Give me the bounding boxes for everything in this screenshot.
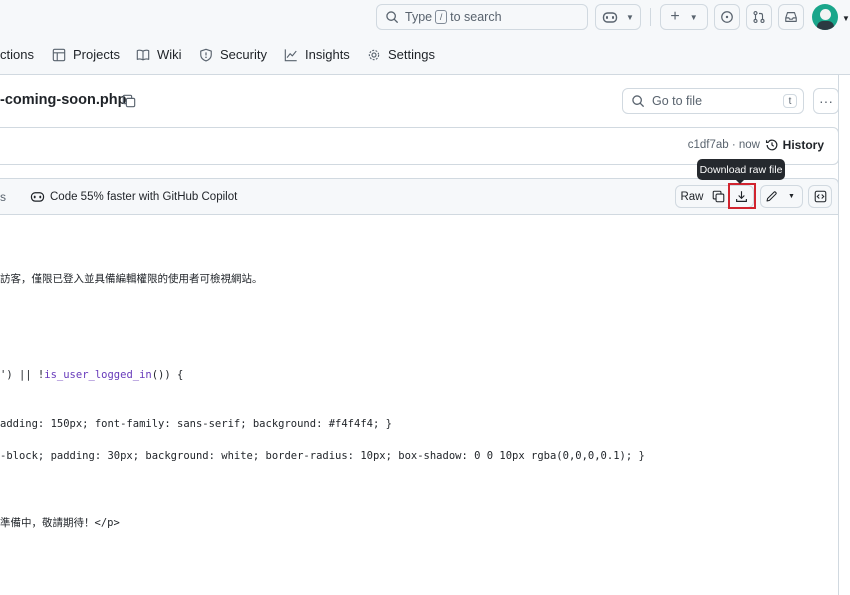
- code-line-condition: ') || !is_user_logged_in()) {: [0, 369, 183, 381]
- edit-menu-button[interactable]: ▼: [781, 185, 803, 208]
- tab-security[interactable]: Security: [199, 47, 267, 62]
- table-icon: [52, 48, 66, 61]
- paragraph-close-tag: </p>: [94, 517, 120, 529]
- code-view: 訪客，僅限已登入並具備編輯權限的使用者可檢視網站。 ') || !is_user…: [0, 215, 839, 595]
- copilot-button[interactable]: ▼: [595, 4, 641, 30]
- create-new-button[interactable]: + ▼: [660, 4, 708, 30]
- nav-label: Projects: [73, 47, 120, 62]
- nav-label: Security: [220, 47, 267, 62]
- paragraph-cjk: 準備中，敬請期待！: [0, 517, 95, 529]
- condition-suffix: ()) {: [151, 369, 184, 381]
- copilot-icon: [602, 12, 618, 23]
- code-line-css-body: adding: 150px; font-family: sans-serif; …: [0, 418, 392, 430]
- commit-time: now: [738, 139, 760, 151]
- tab-settings[interactable]: Settings: [367, 47, 435, 62]
- tab-wiki[interactable]: Wiki: [136, 47, 182, 62]
- search-shortcut: /: [435, 10, 448, 24]
- issues-button[interactable]: [714, 4, 740, 30]
- code-square-icon: [814, 190, 826, 203]
- chevron-down-icon[interactable]: ▼: [842, 14, 850, 23]
- chevron-down-icon: ▼: [689, 12, 698, 22]
- more-options-button[interactable]: ···: [813, 88, 839, 114]
- book-icon: [136, 49, 150, 60]
- history-label: History: [782, 138, 824, 152]
- raw-button[interactable]: Raw: [675, 185, 709, 208]
- code-line-paragraph: 準備中，敬請期待！</p>: [0, 515, 120, 530]
- tab-actions[interactable]: ctions: [0, 47, 34, 62]
- plus-icon: +: [670, 8, 680, 25]
- nav-label: Wiki: [157, 47, 182, 62]
- go-to-file-placeholder: Go to file: [652, 94, 703, 108]
- history-button[interactable]: History: [765, 138, 824, 152]
- function-name: is_user_logged_in: [44, 369, 152, 381]
- toolbar-divider: [650, 8, 651, 26]
- commit-hash[interactable]: c1df7ab: [688, 139, 729, 151]
- tab-insights[interactable]: Insights: [284, 47, 350, 62]
- condition-prefix: ') || !: [0, 369, 45, 381]
- copy-icon: [712, 190, 725, 203]
- nav-label: Insights: [305, 47, 350, 62]
- pull-requests-button[interactable]: [746, 4, 772, 30]
- tab-projects[interactable]: Projects: [52, 47, 120, 62]
- copilot-icon: [30, 192, 45, 202]
- inbox-icon: [785, 12, 797, 22]
- search-input[interactable]: Type / to search: [376, 4, 588, 30]
- global-header: Type / to search ▼ + ▼ ▼: [0, 0, 850, 34]
- edit-button[interactable]: [760, 185, 782, 208]
- nav-label: Settings: [388, 47, 435, 62]
- search-prefix: Type: [405, 10, 433, 24]
- comment-text: 訪客，僅限已登入並具備編輯權限的使用者可檢視網站。: [0, 273, 263, 285]
- avatar[interactable]: [812, 4, 838, 30]
- search-icon: [632, 95, 644, 107]
- gear-icon: [368, 49, 380, 60]
- inbox-button[interactable]: [778, 4, 804, 30]
- raw-label: Raw: [680, 190, 704, 203]
- search-icon: [386, 11, 398, 23]
- repo-nav: ctions Projects Wiki Security Insights S…: [0, 34, 850, 75]
- nav-label: ctions: [0, 47, 34, 62]
- copy-path-button[interactable]: [122, 94, 136, 113]
- blame-tab-fragment[interactable]: s: [0, 190, 6, 204]
- chevron-down-icon: ▼: [626, 12, 634, 22]
- code-line-css-box: -block; padding: 30px; background: white…: [0, 450, 645, 462]
- copilot-promo[interactable]: Code 55% faster with GitHub Copilot: [30, 190, 237, 203]
- tooltip-text: Download raw file: [699, 163, 783, 176]
- css-body-text: adding: 150px; font-family: sans-serif; …: [0, 418, 392, 430]
- copilot-promo-text: Code 55% faster with GitHub Copilot: [50, 190, 238, 203]
- commit-separator: ·: [731, 139, 736, 151]
- page-title: -coming-soon.php: [0, 92, 127, 108]
- download-highlight-box: [728, 183, 756, 209]
- download-tooltip: Download raw file: [697, 159, 785, 184]
- search-suffix: to search: [450, 10, 502, 24]
- pull-request-icon: [753, 11, 765, 23]
- pencil-icon: [766, 191, 777, 202]
- issue-icon: [721, 11, 733, 23]
- symbols-panel-button[interactable]: [808, 185, 832, 208]
- commit-info: c1df7ab · now: [688, 139, 760, 151]
- go-to-file-shortcut: t: [783, 94, 797, 108]
- chevron-down-icon: ▼: [788, 193, 795, 200]
- copy-raw-button[interactable]: [708, 185, 730, 208]
- go-to-file-input[interactable]: Go to file t: [622, 88, 804, 114]
- code-line-comment: 訪客，僅限已登入並具備編輯權限的使用者可檢視網站。: [0, 271, 263, 286]
- shield-icon: [200, 48, 212, 62]
- graph-icon: [284, 48, 297, 61]
- history-icon: [765, 139, 778, 151]
- css-box-text: -block; padding: 30px; background: white…: [0, 450, 645, 462]
- copy-icon: [122, 94, 136, 108]
